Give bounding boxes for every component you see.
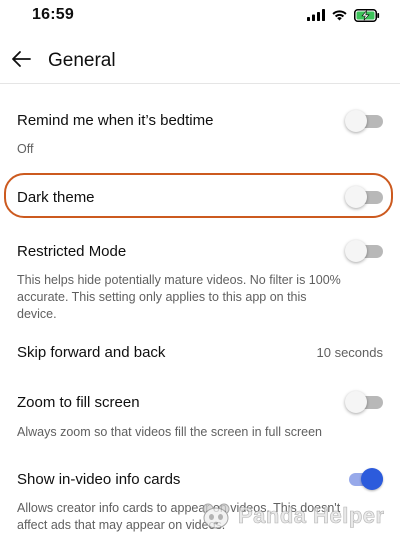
- battery-charging-icon: [354, 8, 380, 22]
- status-icons: [307, 7, 380, 23]
- zoom-to-fill-toggle[interactable]: [345, 391, 383, 413]
- restricted-mode-toggle[interactable]: [345, 240, 383, 262]
- watermark: Panda Helper: [202, 503, 385, 529]
- bedtime-reminder-toggle[interactable]: [345, 110, 383, 132]
- page-title: General: [48, 50, 116, 71]
- setting-dark-theme[interactable]: Dark theme: [0, 176, 400, 216]
- info-cards-toggle[interactable]: [345, 468, 383, 490]
- app-bar: General: [0, 30, 400, 84]
- setting-subtitle: Off: [17, 142, 34, 156]
- status-bar: 16:59: [0, 0, 400, 30]
- setting-label: Show in-video info cards: [17, 471, 181, 488]
- watermark-text: Panda Helper: [238, 503, 385, 529]
- panda-logo-icon: [202, 503, 230, 529]
- setting-restricted-mode[interactable]: Restricted Mode This helps hide potentia…: [0, 232, 400, 321]
- setting-zoom-to-fill[interactable]: Zoom to fill screen Always zoom so that …: [0, 384, 400, 446]
- signal-icon: [307, 9, 325, 21]
- setting-label: Skip forward and back: [17, 344, 166, 361]
- setting-skip-forward-back[interactable]: Skip forward and back 10 seconds: [0, 334, 400, 372]
- setting-label: Dark theme: [17, 189, 95, 206]
- setting-subtitle: This helps hide potentially mature video…: [17, 273, 341, 321]
- setting-label: Zoom to fill screen: [17, 394, 140, 411]
- setting-value: 10 seconds: [316, 345, 384, 360]
- setting-bedtime-reminder[interactable]: Remind me when it’s bedtime Off: [0, 100, 400, 164]
- wifi-icon: [332, 10, 347, 21]
- setting-label: Restricted Mode: [17, 243, 127, 260]
- status-time: 16:59: [32, 6, 74, 23]
- arrow-left-icon[interactable]: [10, 48, 32, 70]
- setting-subtitle: Always zoom so that videos fill the scre…: [17, 425, 322, 439]
- dark-theme-toggle[interactable]: [345, 186, 383, 208]
- setting-label: Remind me when it’s bedtime: [17, 112, 214, 129]
